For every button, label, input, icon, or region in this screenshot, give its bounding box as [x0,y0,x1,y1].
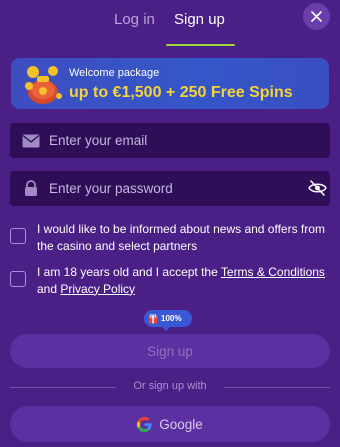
auth-tabs: Log in Sign up [0,0,340,46]
google-icon [137,416,152,432]
mail-icon [22,132,40,149]
close-icon [311,11,322,22]
gift-icon [148,313,158,323]
google-button-label: Google [159,416,203,432]
banner-subtitle: Welcome package [69,67,160,79]
password-field[interactable] [10,171,330,206]
terms-link[interactable]: Terms & Conditions [221,265,325,279]
signup-button[interactable]: Sign up [10,334,330,368]
privacy-link[interactable]: Privacy Policy [60,282,135,296]
close-button[interactable] [303,3,330,30]
or-sign-up-with-text: Or sign up with [133,380,207,392]
email-field[interactable] [10,123,330,158]
bonus-badge: 100% [144,310,192,331]
password-input[interactable] [49,171,289,206]
bonus-badge-text: 100% [161,314,182,323]
lock-icon [22,180,40,197]
age-consent-label: I am 18 years old and I accept the Terms… [37,264,327,297]
tab-signup[interactable]: Sign up [174,11,225,28]
welcome-banner[interactable]: Welcome package up to €1,500 + 250 Free … [11,58,329,109]
divider-right [224,387,330,388]
age-consent-middle: and [37,281,61,296]
news-consent-checkbox[interactable] [10,228,26,244]
google-signup-button[interactable]: Google [10,406,330,442]
banner-headline: up to €1,500 + 250 Free Spins [69,84,293,101]
eye-off-icon[interactable] [308,180,327,201]
active-tab-indicator [166,44,235,46]
email-input[interactable] [49,123,289,158]
tab-login[interactable]: Log in [114,11,155,28]
age-consent-prefix: I am 18 years old and I accept the [37,265,221,279]
gift-bag-icon [25,66,62,104]
age-consent-checkbox[interactable] [10,271,26,287]
news-consent-label: I would like to be informed about news a… [37,222,325,253]
